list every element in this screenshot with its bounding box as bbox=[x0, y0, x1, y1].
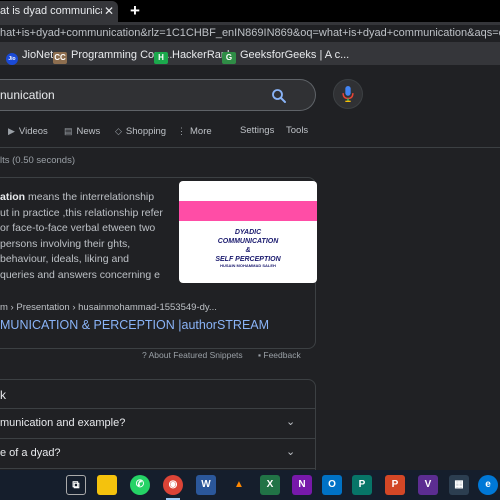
edge-icon[interactable]: e bbox=[478, 475, 498, 495]
outlook-icon[interactable]: O bbox=[322, 475, 342, 495]
tab-news[interactable]: ▤ News bbox=[64, 121, 100, 142]
hackerrank-icon: H bbox=[154, 52, 168, 64]
thumbnail-title: DYADIC COMMUNICATION & SELF PERCEPTION bbox=[179, 228, 317, 264]
thumbnail-title-line: DYADIC bbox=[234, 229, 262, 236]
paa-question-text: munication and example? bbox=[0, 417, 126, 429]
microphone-icon bbox=[342, 86, 354, 102]
bookmark-geeksforgeeks[interactable]: G GeeksforGeeks | A c... bbox=[222, 47, 350, 64]
vlc-icon[interactable]: ▲ bbox=[229, 475, 249, 495]
new-tab-button[interactable]: + bbox=[130, 0, 140, 22]
tab-label: Shopping bbox=[125, 126, 167, 137]
chevron-down-icon: ⌄ bbox=[286, 416, 296, 428]
tab-videos[interactable]: ▶ Videos bbox=[8, 121, 48, 142]
jio-icon: Jio bbox=[6, 53, 18, 65]
search-tabs: ▶ Videos ▤ News ◇ Shopping ⋮ More Settings T… bbox=[0, 121, 500, 141]
news-icon: ▤ bbox=[64, 126, 73, 136]
store-icon[interactable]: ▦ bbox=[449, 475, 469, 495]
snippet-title-link[interactable]: MUNICATION & PERCEPTION |authorSTREAM bbox=[0, 318, 269, 332]
file-explorer-icon[interactable] bbox=[97, 475, 117, 495]
feedback-label: Feedback bbox=[263, 350, 301, 360]
bookmark-hackerrank[interactable]: H HackerRank bbox=[154, 47, 233, 64]
divider bbox=[0, 147, 500, 148]
thumbnail-author: HUSAIN MOHAMMAD SALEH bbox=[220, 263, 276, 268]
publisher-icon[interactable]: P bbox=[352, 475, 372, 495]
search-input[interactable]: nunication bbox=[0, 80, 55, 110]
word-icon[interactable]: W bbox=[196, 475, 216, 495]
bookmark-jionet[interactable]: Jio JioNet bbox=[6, 47, 54, 65]
paa-question-text: e of a dyad? bbox=[0, 447, 61, 459]
thumbnail-pink-bar bbox=[179, 201, 317, 221]
excel-icon[interactable]: X bbox=[260, 475, 280, 495]
address-bar[interactable]: hat+is+dyad+communication&rlz=1C1CHBF_en… bbox=[0, 25, 500, 42]
bookmark-label: JioNet bbox=[22, 49, 54, 61]
search-box[interactable]: nunication bbox=[0, 79, 316, 111]
help-icon: ? bbox=[142, 350, 149, 360]
thumbnail-title-line: & bbox=[245, 247, 251, 254]
browser-tab[interactable]: at is dyad communication - Go ✕ bbox=[0, 1, 118, 22]
tab-title: at is dyad communication - Go bbox=[0, 5, 102, 17]
chrome-icon[interactable]: ◉ bbox=[163, 475, 183, 500]
snippet-thumbnail[interactable]: DYADIC COMMUNICATION & SELF PERCEPTION H… bbox=[179, 181, 317, 283]
tab-label: News bbox=[76, 126, 101, 137]
snippet-body: means the interrelationship ut in practi… bbox=[0, 191, 163, 281]
paa-title: k bbox=[0, 388, 6, 402]
featured-snippet: ation means the interrelationship ut in … bbox=[0, 177, 317, 349]
codechef-icon: CC bbox=[53, 52, 67, 64]
result-stats: lts (0.50 seconds) bbox=[0, 155, 75, 166]
feedback-link[interactable]: ▪ Feedback bbox=[258, 350, 301, 360]
tab-settings[interactable]: Settings bbox=[240, 121, 274, 141]
about-label: About Featured Snippets bbox=[148, 350, 243, 360]
thumbnail-title-line: COMMUNICATION bbox=[217, 238, 279, 245]
tab-more[interactable]: ⋮ More bbox=[177, 121, 212, 142]
bookmark-label: GeeksforGeeks | A c... bbox=[240, 49, 350, 61]
snippet-footer: ? About Featured Snippets ▪ Feedback bbox=[0, 350, 500, 364]
chevron-down-icon: ⌄ bbox=[286, 446, 296, 458]
visual-studio-icon[interactable]: V bbox=[418, 475, 438, 495]
powerpoint-icon[interactable]: P bbox=[385, 475, 405, 495]
geeksforgeeks-icon: G bbox=[222, 52, 236, 64]
address-bar-row: hat+is+dyad+communication&rlz=1C1CHBF_en… bbox=[0, 22, 500, 44]
tab-shopping[interactable]: ◇ Shopping bbox=[115, 121, 166, 142]
windows-taskbar: ⧉ ✆ ◉ W ▲ X N O P P V ▦ e bbox=[0, 470, 500, 500]
bookmarks-bar: Jio JioNet CC Programming Com... H HackerRa… bbox=[0, 44, 500, 66]
tab-label: More bbox=[190, 126, 212, 137]
people-also-ask: k munication and example? ⌄ e of a dyad?… bbox=[0, 379, 316, 470]
search-results-page: nunication ▶ Videos ▤ News ◇ Shopping ⋮ More… bbox=[0, 67, 500, 470]
voice-search-button[interactable] bbox=[333, 79, 363, 109]
snippet-text: ation means the interrelationship ut in … bbox=[0, 190, 164, 283]
snippet-bold-term: ation bbox=[0, 191, 26, 203]
onenote-icon[interactable]: N bbox=[292, 475, 312, 495]
search-icon[interactable] bbox=[270, 87, 288, 105]
video-icon: ▶ bbox=[8, 126, 15, 136]
whatsapp-icon[interactable]: ✆ bbox=[130, 475, 150, 495]
more-icon: ⋮ bbox=[177, 126, 186, 136]
paa-question[interactable]: munication and example? ⌄ bbox=[0, 408, 316, 438]
close-tab-icon[interactable]: ✕ bbox=[104, 1, 114, 22]
about-featured-snippets-link[interactable]: ? About Featured Snippets bbox=[142, 350, 243, 360]
paa-question[interactable]: e of a dyad? ⌄ bbox=[0, 438, 316, 468]
snippet-breadcrumb: m › Presentation › husainmohammad-155354… bbox=[0, 302, 217, 313]
tab-tools[interactable]: Tools bbox=[286, 121, 308, 141]
tab-label: Videos bbox=[18, 126, 48, 137]
task-view-icon[interactable]: ⧉ bbox=[66, 475, 86, 495]
tab-strip: at is dyad communication - Go ✕ + bbox=[0, 0, 500, 22]
tag-icon: ◇ bbox=[115, 126, 122, 136]
